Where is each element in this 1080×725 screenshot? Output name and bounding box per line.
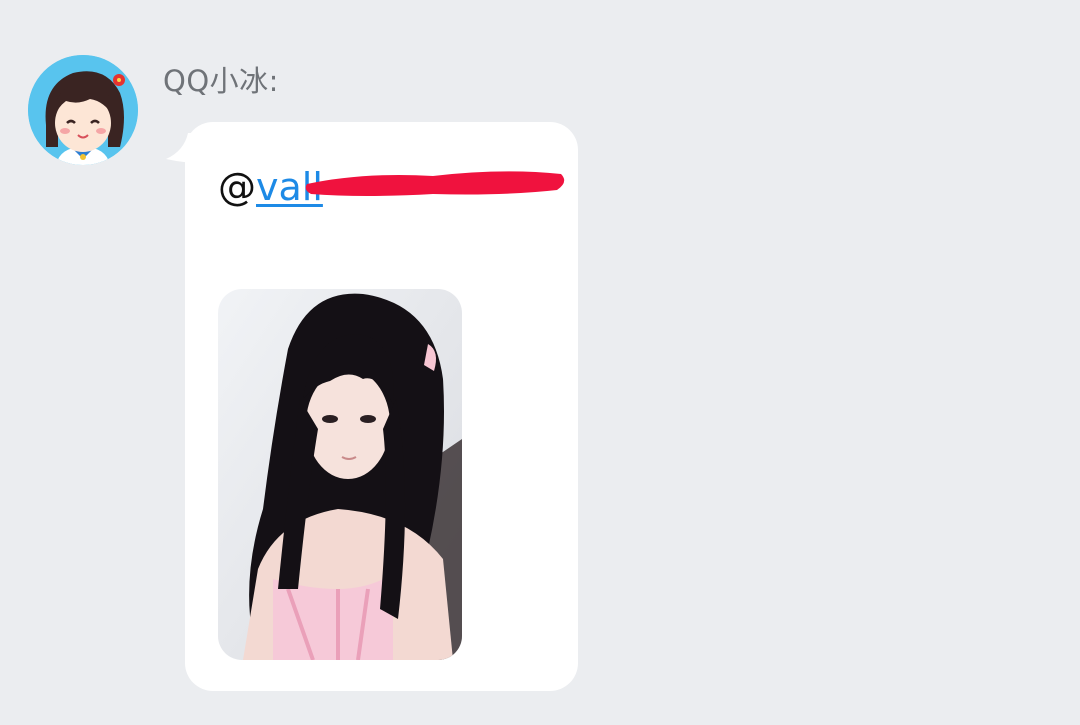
cartoon-girl-avatar-icon <box>28 55 138 165</box>
mention-prefix: @ <box>218 165 256 209</box>
sender-avatar[interactable] <box>28 55 138 165</box>
sender-name: QQ小冰: <box>163 64 279 98</box>
photo-thumbnail-icon <box>218 289 462 660</box>
chat-screen: QQ小冰: @vall​ <box>0 0 1080 725</box>
redaction-scribble <box>305 171 565 196</box>
shared-photo[interactable] <box>218 289 462 660</box>
